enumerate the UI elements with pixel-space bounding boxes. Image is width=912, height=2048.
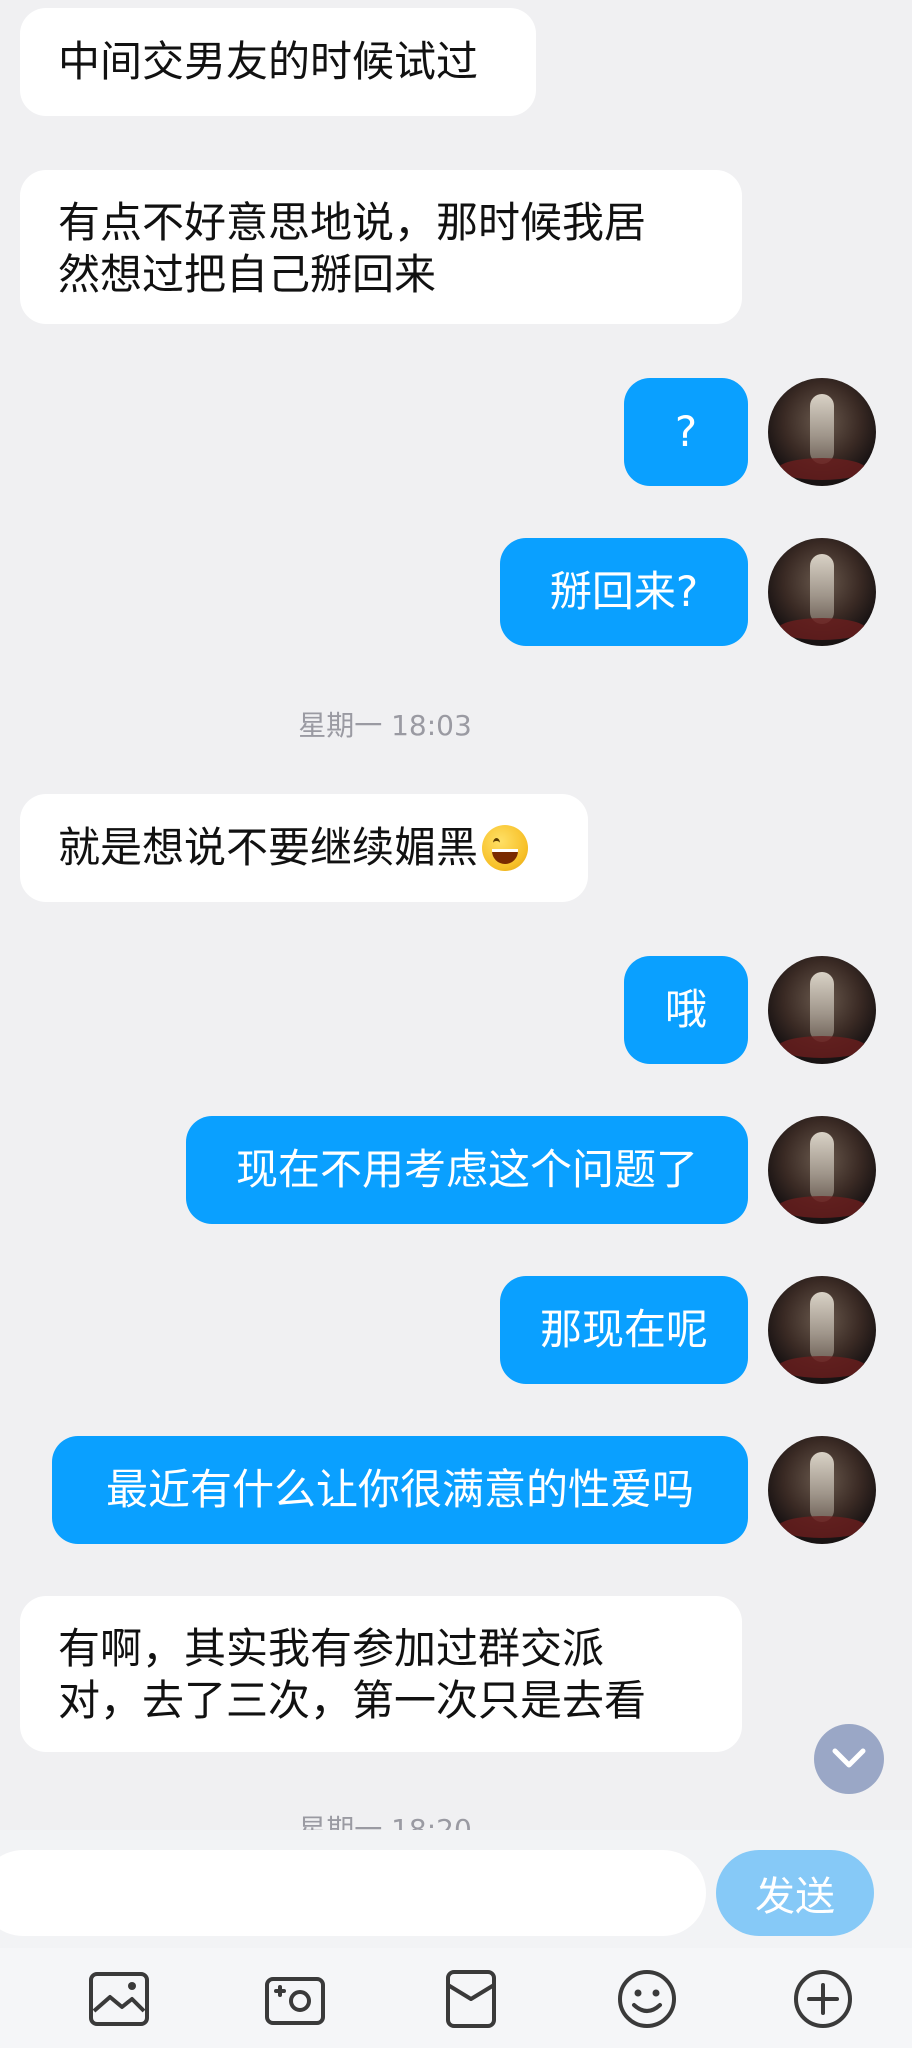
envelope-icon [446,1970,496,2028]
message-text: 就是想说不要继续媚黑 [58,823,479,872]
smiley-icon [618,1970,676,2028]
message-text: 中间交男友的时候试过 [58,37,479,86]
image-icon [89,1972,149,2026]
incoming-message[interactable]: 有点不好意思地说，那时候我居 然想过把自己掰回来 [20,170,742,324]
message-text: ? [674,407,698,456]
message-text: 哦 [664,985,707,1034]
avatar[interactable] [768,1436,876,1544]
message-text: 那现在呢 [539,1305,708,1354]
incoming-message[interactable]: 就是想说不要继续媚黑 [20,794,588,902]
avatar[interactable] [768,378,876,486]
message-text-line: 有啊，其实我有参加过群交派 [58,1624,605,1673]
message-text-line: 有点不好意思地说，那时候我居 [58,198,647,247]
incoming-message[interactable]: 有啊，其实我有参加过群交派 对，去了三次，第一次只是去看 [20,1596,742,1752]
camera-button[interactable] [260,1964,330,2034]
plus-circle-icon [794,1970,852,2028]
outgoing-message[interactable]: 最近有什么让你很满意的性爱吗 [52,1436,748,1544]
avatar[interactable] [768,1276,876,1384]
outgoing-message[interactable]: 现在不用考虑这个问题了 [186,1116,748,1224]
message-input[interactable] [0,1850,706,1936]
message-text-line: 然想过把自己掰回来 [58,250,437,299]
incoming-message[interactable]: 中间交男友的时候试过 [20,8,536,116]
chat-history[interactable]: 中间交男友的时候试过 有点不好意思地说，那时候我居 然想过把自己掰回来 ? 掰回… [0,0,912,1830]
message-text: 掰回来? [549,567,699,616]
avatar[interactable] [768,956,876,1064]
outgoing-message[interactable]: ? [624,378,748,486]
chevron-down-icon [832,1748,866,1768]
scroll-to-bottom-button[interactable] [814,1724,884,1794]
red-packet-button[interactable] [436,1964,506,2034]
avatar[interactable] [768,538,876,646]
timestamp: 星期一 18:03 [298,709,472,742]
message-text: 现在不用考虑这个问题了 [235,1145,698,1194]
outgoing-message[interactable]: 掰回来? [500,538,748,646]
timestamp: 星期一 18:20 [298,1813,472,1830]
outgoing-message[interactable]: 哦 [624,956,748,1064]
emoji-button[interactable] [612,1964,682,2034]
send-button[interactable]: 发送 [716,1850,874,1936]
composer-bar: 发送 [0,1830,912,2048]
message-text-line: 对，去了三次，第一次只是去看 [58,1676,647,1725]
image-button[interactable] [84,1964,154,2034]
more-button[interactable] [788,1964,858,2034]
avatar[interactable] [768,1116,876,1224]
grinning-face-emoji [482,825,529,871]
message-text: 最近有什么让你很满意的性爱吗 [105,1465,694,1514]
outgoing-message[interactable]: 那现在呢 [500,1276,748,1384]
input-toolbar [0,1948,912,2048]
camera-icon [265,1977,325,2025]
